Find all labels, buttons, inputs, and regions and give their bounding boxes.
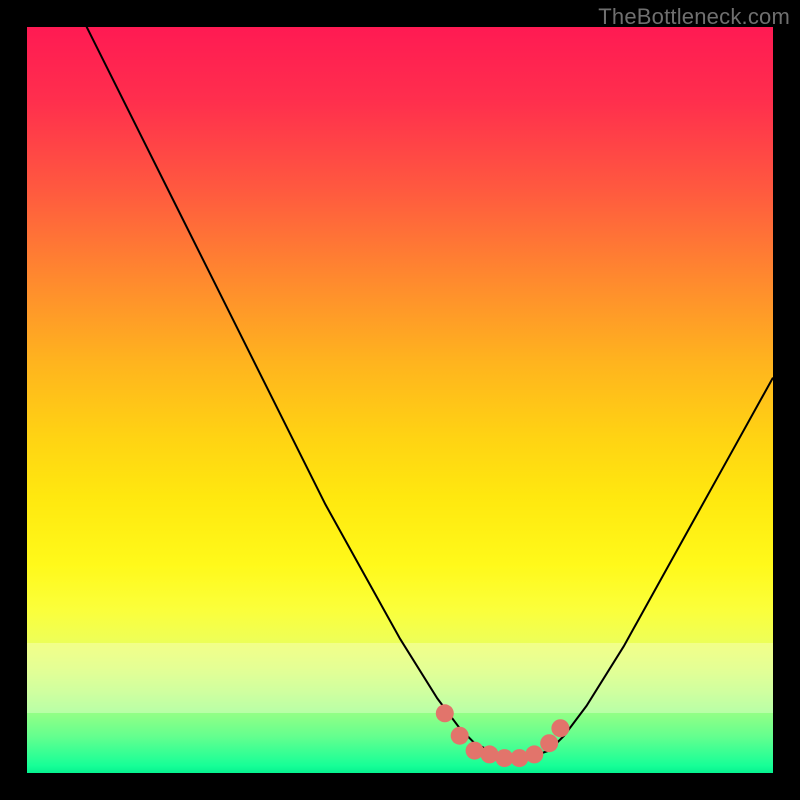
chart-frame: TheBottleneck.com [0, 0, 800, 800]
curve-svg [27, 27, 773, 773]
marker-dot [551, 719, 569, 737]
watermark-text: TheBottleneck.com [598, 4, 790, 30]
marker-dot [525, 745, 543, 763]
marker-dot [451, 727, 469, 745]
bottleneck-curve [27, 27, 773, 758]
highlight-markers [436, 704, 570, 767]
marker-dot [436, 704, 454, 722]
plot-area [27, 27, 773, 773]
marker-dot [540, 734, 558, 752]
